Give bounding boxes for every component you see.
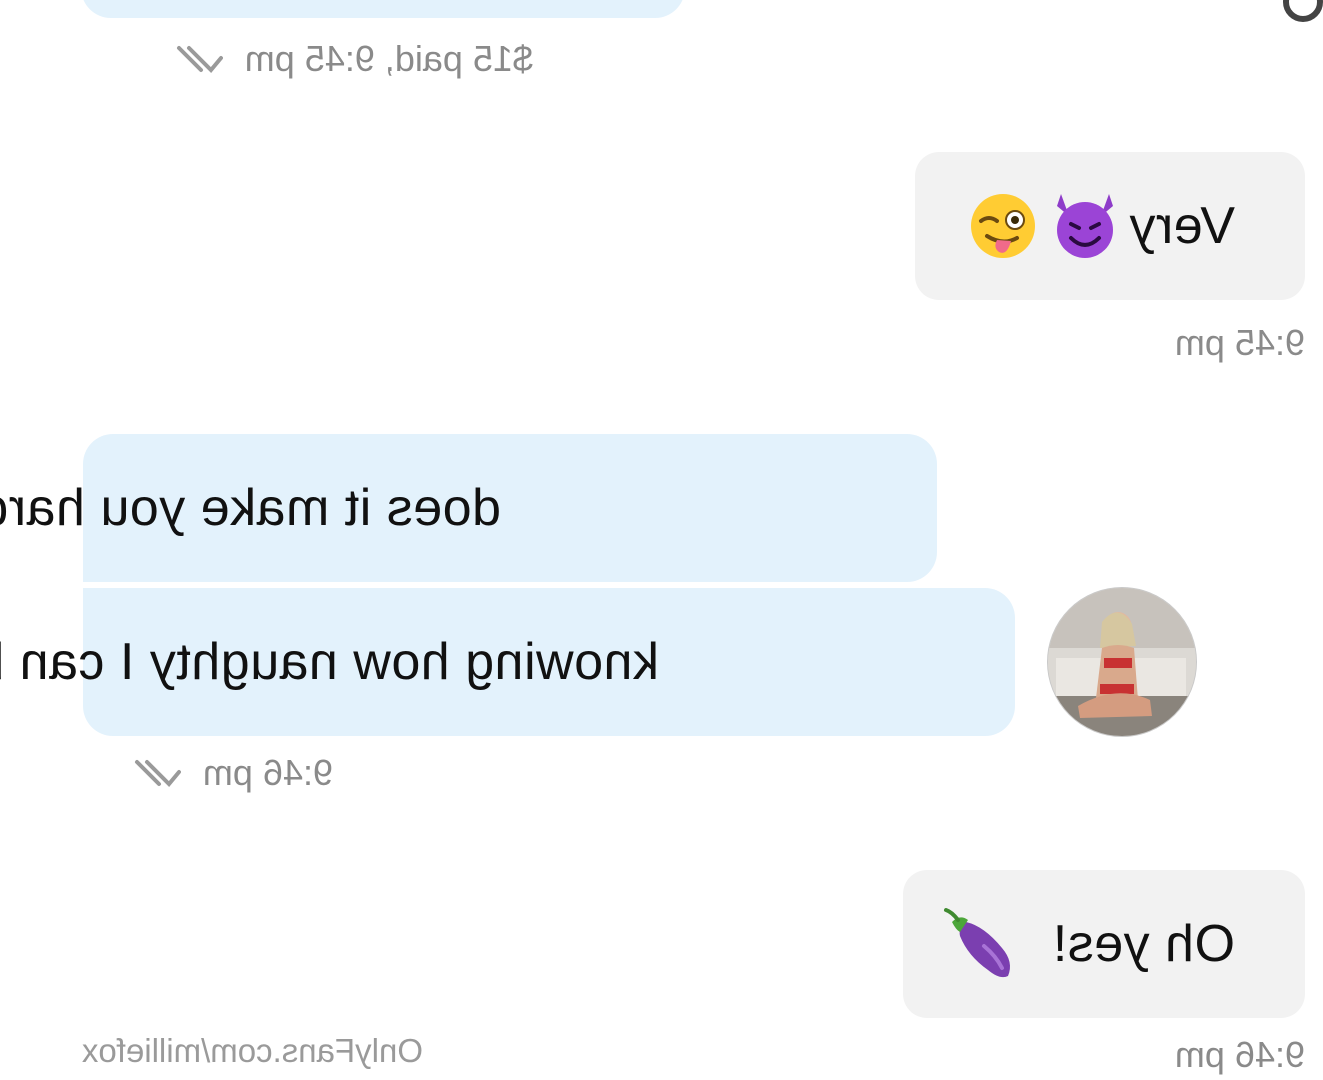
- message-meta: 9:46 pm: [123, 752, 333, 794]
- avatar[interactable]: [1047, 587, 1197, 737]
- smiling-devil-emoji: [1056, 194, 1113, 258]
- message-text: knowing how naughty I can be: [0, 633, 659, 691]
- outgoing-bubble: Oh yes!: [903, 870, 1305, 1018]
- message-meta: 9:45 pm: [1175, 322, 1305, 364]
- double-check-icon: [176, 46, 223, 73]
- message-text: does it make you hard baby: [0, 479, 501, 537]
- timestamp: 9:46 pm: [1174, 1034, 1305, 1075]
- incoming-bubble-partial: [81, 0, 685, 18]
- winking-tongue-emoji: [970, 194, 1035, 258]
- double-check-icon: [134, 760, 181, 787]
- message-text: Very: [1128, 197, 1235, 255]
- incoming-bubble: does it make you hard baby: [0, 434, 937, 582]
- timestamp: 9:45 pm: [1174, 322, 1305, 363]
- message-text: Oh yes!: [1052, 915, 1235, 973]
- message-meta: 9:46 pm: [1175, 1034, 1305, 1076]
- eggplant-emoji: [944, 908, 1011, 978]
- timestamp: 9:46 pm: [202, 752, 333, 793]
- incoming-bubble: knowing how naughty I can be: [0, 588, 1015, 736]
- scroll-indicator-icon: [1283, 0, 1323, 22]
- user-avatar-photo: [1047, 588, 1196, 737]
- paid-status-text: $15 paid, 9:45 pm: [244, 38, 533, 79]
- watermark: OnlyFans.com/milliefox: [81, 1032, 423, 1069]
- outgoing-bubble: Very: [915, 152, 1305, 300]
- chat-thread: $15 paid, 9:45 pm Very 9:45 pm does it m…: [0, 0, 1323, 1080]
- message-meta: $15 paid, 9:45 pm: [165, 38, 533, 80]
